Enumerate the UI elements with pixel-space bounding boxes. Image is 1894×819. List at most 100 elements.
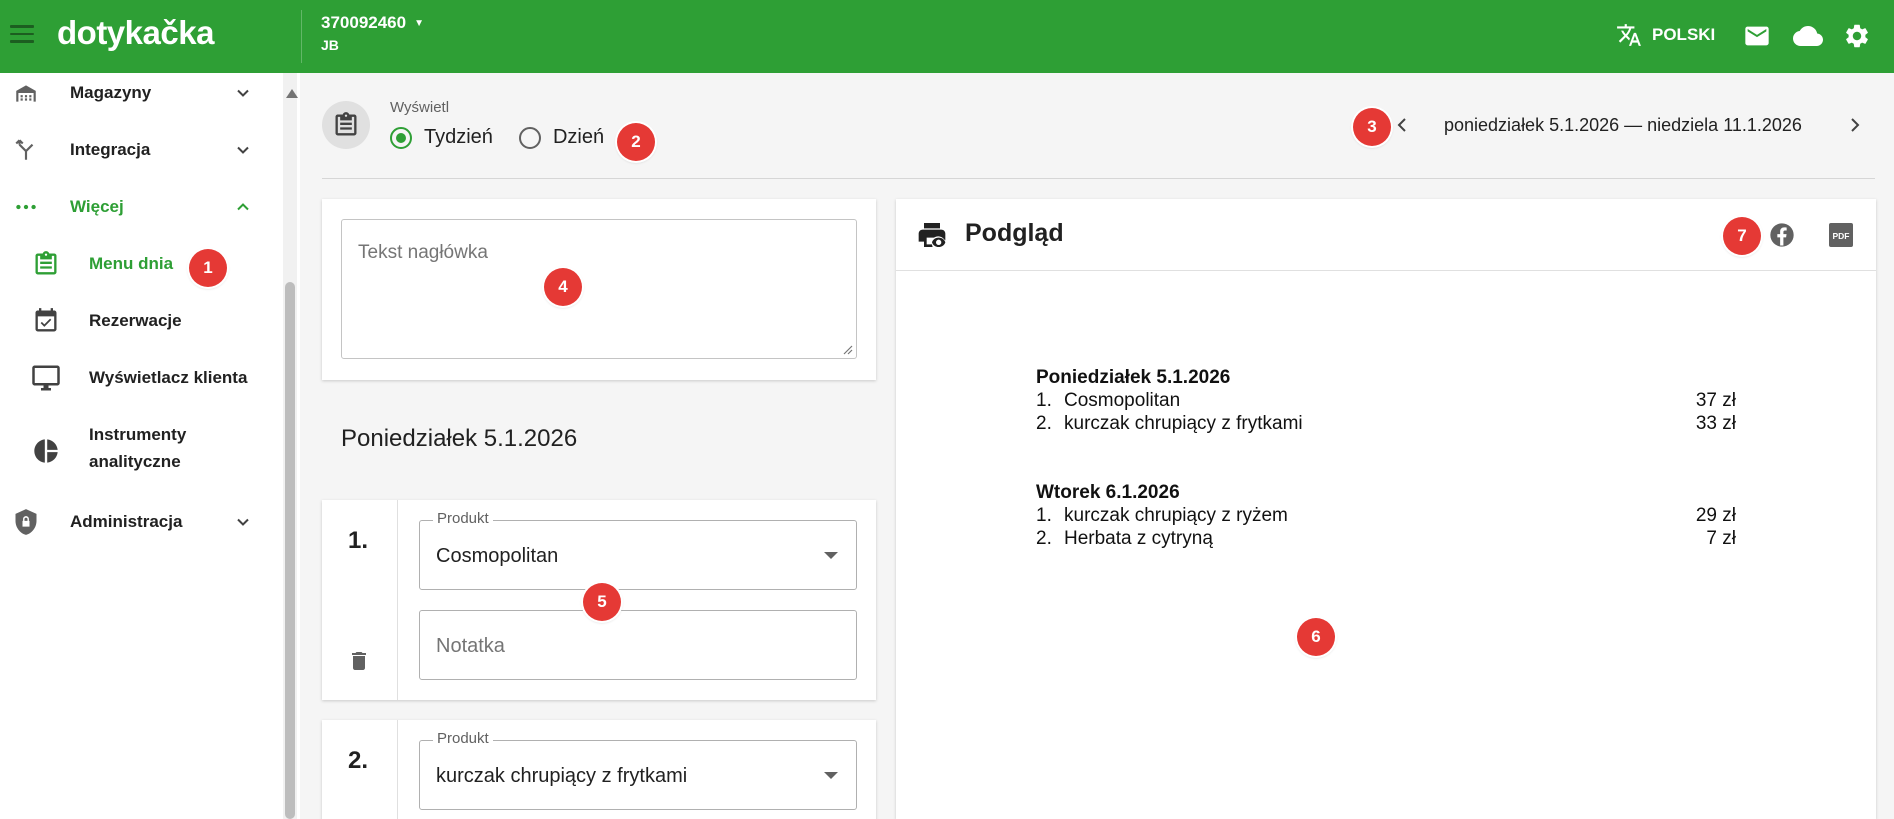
more-horiz-icon (10, 191, 42, 223)
preview-item-number: 2. (1036, 528, 1052, 549)
preview-item-name: Herbata z cytryną (1064, 528, 1213, 549)
date-range: poniedziałek 5.1.2026 — niedziela 11.1.2… (1444, 115, 1802, 135)
header-text-placeholder: Tekst nagłówka (358, 242, 488, 263)
mail-icon[interactable] (1742, 21, 1772, 51)
preview-day: Poniedziałek 5.1.2026 1. Cosmopolitan 37… (1036, 366, 1736, 435)
product-field-label: Produkt (433, 730, 493, 747)
account-selector[interactable]: 370092460 ▼ JB (321, 13, 424, 53)
monitor-icon (30, 362, 62, 394)
preview-item-name: kurczak chrupiący z ryżem (1064, 505, 1288, 526)
item-number: 2. (348, 747, 369, 774)
sidebar-item-label: Więcej (70, 197, 124, 216)
sidebar-item-wiecej[interactable]: Więcej (0, 187, 270, 227)
item-divider (397, 500, 398, 700)
note-placeholder: Notatka (436, 635, 505, 657)
display-clipboard-icon (322, 101, 370, 149)
account-user: JB (321, 37, 339, 53)
preview-title: Podgląd (965, 219, 1064, 247)
sidebar-item-label: Instrumenty analityczne (89, 425, 187, 471)
note-input[interactable]: Notatka (419, 610, 857, 680)
warehouse-icon (10, 77, 42, 109)
chevron-right-icon[interactable] (1843, 113, 1867, 137)
hamburger-menu-icon[interactable] (10, 25, 34, 45)
preview-item-price: 33 zł (1695, 413, 1736, 434)
display-label: Wyświetl (390, 99, 450, 116)
radio-week-label[interactable]: Tydzień (424, 126, 493, 149)
pie-chart-icon (30, 435, 62, 467)
sidebar-item-menu-dnia[interactable]: Menu dnia (0, 244, 270, 284)
product-value: kurczak chrupiący z frytkami (436, 765, 688, 787)
preview-item-row: 2. kurczak chrupiący z frytkami 33 zł (1036, 412, 1736, 435)
chevron-left-icon[interactable] (1390, 113, 1414, 137)
sidebar-item-instrumenty-analityczne[interactable]: Instrumenty analityczne (0, 421, 270, 477)
chevron-up-icon (237, 203, 249, 211)
app-logo[interactable]: dotykačka (57, 14, 214, 52)
day-title: Poniedziałek 5.1.2026 (341, 425, 578, 452)
preview-header-divider (896, 270, 1876, 271)
preview-item-number: 1. (1036, 505, 1052, 526)
radio-day[interactable] (518, 126, 541, 149)
item-divider (397, 720, 398, 819)
annotation-badge: 7 (1723, 217, 1761, 255)
sidebar: Magazyny Integracja Więcej Menu dnia Rez… (0, 73, 300, 819)
sidebar-item-integracja[interactable]: Integracja (0, 130, 270, 170)
language-label: POLSKI (1652, 25, 1716, 44)
sidebar-item-label: Wyświetlacz klienta (89, 368, 248, 387)
trash-icon[interactable] (347, 649, 371, 673)
product-select[interactable]: Produkt Cosmopolitan (419, 510, 857, 590)
pdf-label: PDF (1833, 231, 1850, 241)
topbar-divider (301, 10, 302, 63)
pdf-export-icon[interactable]: PDF (1827, 221, 1855, 249)
sidebar-item-label: Rezerwacje (89, 311, 182, 330)
menu-clipboard-icon (30, 248, 62, 280)
display-mode-radio-group: Tydzień Dzień (390, 126, 630, 149)
item-number: 1. (348, 527, 369, 554)
radio-week[interactable] (390, 126, 412, 149)
sidebar-item-wyswietlacz-klienta[interactable]: Wyświetlacz klienta (0, 358, 270, 398)
translate-icon (1617, 24, 1641, 46)
radio-day-label[interactable]: Dzień (553, 126, 604, 149)
chevron-down-icon (237, 146, 249, 154)
language-selector[interactable]: POLSKI (1616, 22, 1715, 48)
annotation-badge: 6 (1297, 618, 1335, 656)
print-preview-icon (918, 223, 946, 247)
preview-item-name: kurczak chrupiący z frytkami (1064, 413, 1303, 434)
dropdown-caret-icon (824, 552, 838, 559)
sidebar-item-label: Magazyny (70, 83, 152, 102)
sidebar-item-rezerwacje[interactable]: Rezerwacje (0, 301, 270, 341)
preview-day-title: Wtorek 6.1.2026 (1036, 482, 1180, 503)
scroll-up-arrow-icon[interactable] (286, 89, 298, 98)
preview-item-price: 29 zł (1695, 505, 1736, 526)
settings-gear-icon[interactable] (1842, 21, 1872, 51)
annotation-badge: 4 (544, 268, 582, 306)
preview-item-price: 7 zł (1706, 528, 1736, 549)
preview-item-name: Cosmopolitan (1064, 390, 1181, 411)
dropdown-caret-icon (824, 772, 838, 779)
sidebar-item-magazyny[interactable]: Magazyny (0, 73, 270, 113)
preview-day: Wtorek 6.1.2026 1. kurczak chrupiący z r… (1036, 481, 1736, 550)
preview-item-number: 2. (1036, 413, 1052, 434)
caret-down-icon: ▼ (414, 18, 424, 30)
annotation-badge: 1 (189, 249, 227, 287)
preview-item-price: 37 zł (1695, 390, 1736, 411)
annotation-badge: 3 (1353, 108, 1391, 146)
preview-item-row: 1. kurczak chrupiący z ryżem 29 zł (1036, 504, 1736, 527)
preview-item-row: 2. Herbata z cytryną 7 zł (1036, 527, 1736, 550)
cloud-icon[interactable] (1793, 21, 1823, 51)
top-bar: dotykačka 370092460 ▼ JB POLSKI (0, 0, 1894, 73)
sidebar-item-administracja[interactable]: Administracja (0, 502, 270, 542)
sidebar-item-label: Administracja (70, 512, 183, 531)
header-divider (322, 178, 1875, 179)
calendar-check-icon (30, 305, 62, 337)
facebook-icon[interactable] (1768, 221, 1796, 249)
sidebar-item-label: Integracja (70, 140, 151, 159)
product-select[interactable]: Produkt kurczak chrupiący z frytkami (419, 730, 857, 810)
sidebar-scrollbar-thumb[interactable] (285, 282, 295, 819)
shield-lock-icon (10, 506, 42, 538)
header-text-textarea[interactable]: Tekst nagłówka (341, 219, 857, 359)
resize-handle-icon[interactable] (841, 343, 853, 355)
annotation-badge: 5 (583, 583, 621, 621)
preview-day-title: Poniedziałek 5.1.2026 (1036, 367, 1231, 388)
chevron-down-icon (237, 518, 249, 526)
preview-item-number: 1. (1036, 390, 1052, 411)
